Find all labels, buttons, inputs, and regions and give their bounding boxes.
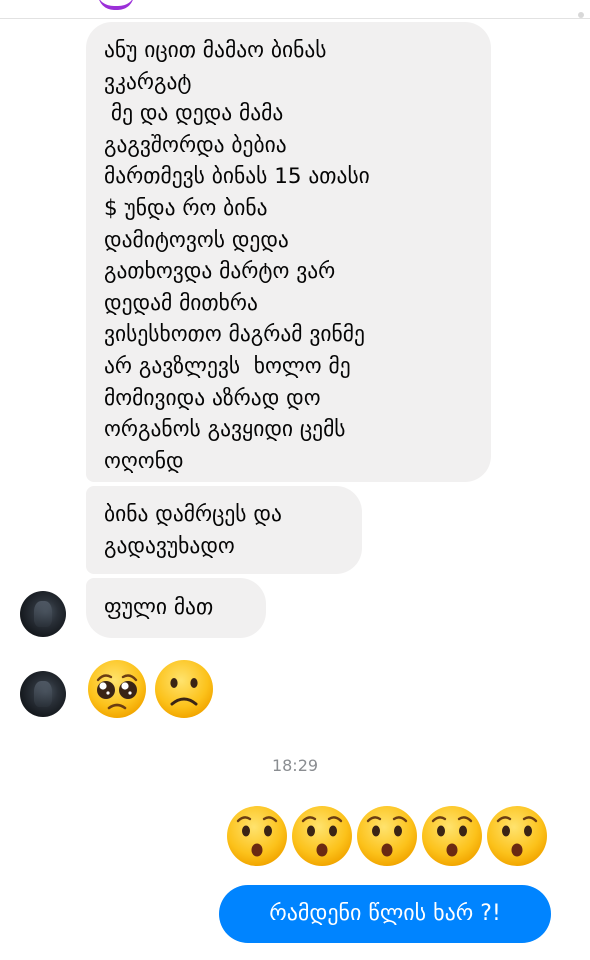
read-indicator-dot — [578, 12, 584, 18]
message-timestamp: 18:29 — [271, 756, 319, 775]
contact-avatar[interactable] — [20, 671, 66, 717]
header-divider — [0, 18, 590, 19]
outgoing-message-bubble[interactable]: რამდენი წლის ხარ ?! — [219, 885, 551, 943]
hushed-face-icon[interactable] — [485, 804, 549, 868]
hushed-face-icon[interactable] — [355, 804, 419, 868]
header-avatar-edge — [98, 0, 134, 10]
frowning-face-icon[interactable] — [153, 658, 215, 720]
incoming-message-bubble[interactable]: ანუ იცით მამაო ბინას ვკარგატ მე და დედა … — [86, 22, 491, 482]
pleading-face-icon[interactable] — [86, 658, 148, 720]
contact-avatar[interactable] — [20, 591, 66, 637]
incoming-message-bubble[interactable]: ბინა დამრცეს და გადავუხადო — [86, 486, 362, 574]
hushed-face-icon[interactable] — [290, 804, 354, 868]
incoming-message-bubble[interactable]: ფული მათ — [86, 578, 266, 638]
hushed-face-icon[interactable] — [225, 804, 289, 868]
hushed-face-icon[interactable] — [420, 804, 484, 868]
